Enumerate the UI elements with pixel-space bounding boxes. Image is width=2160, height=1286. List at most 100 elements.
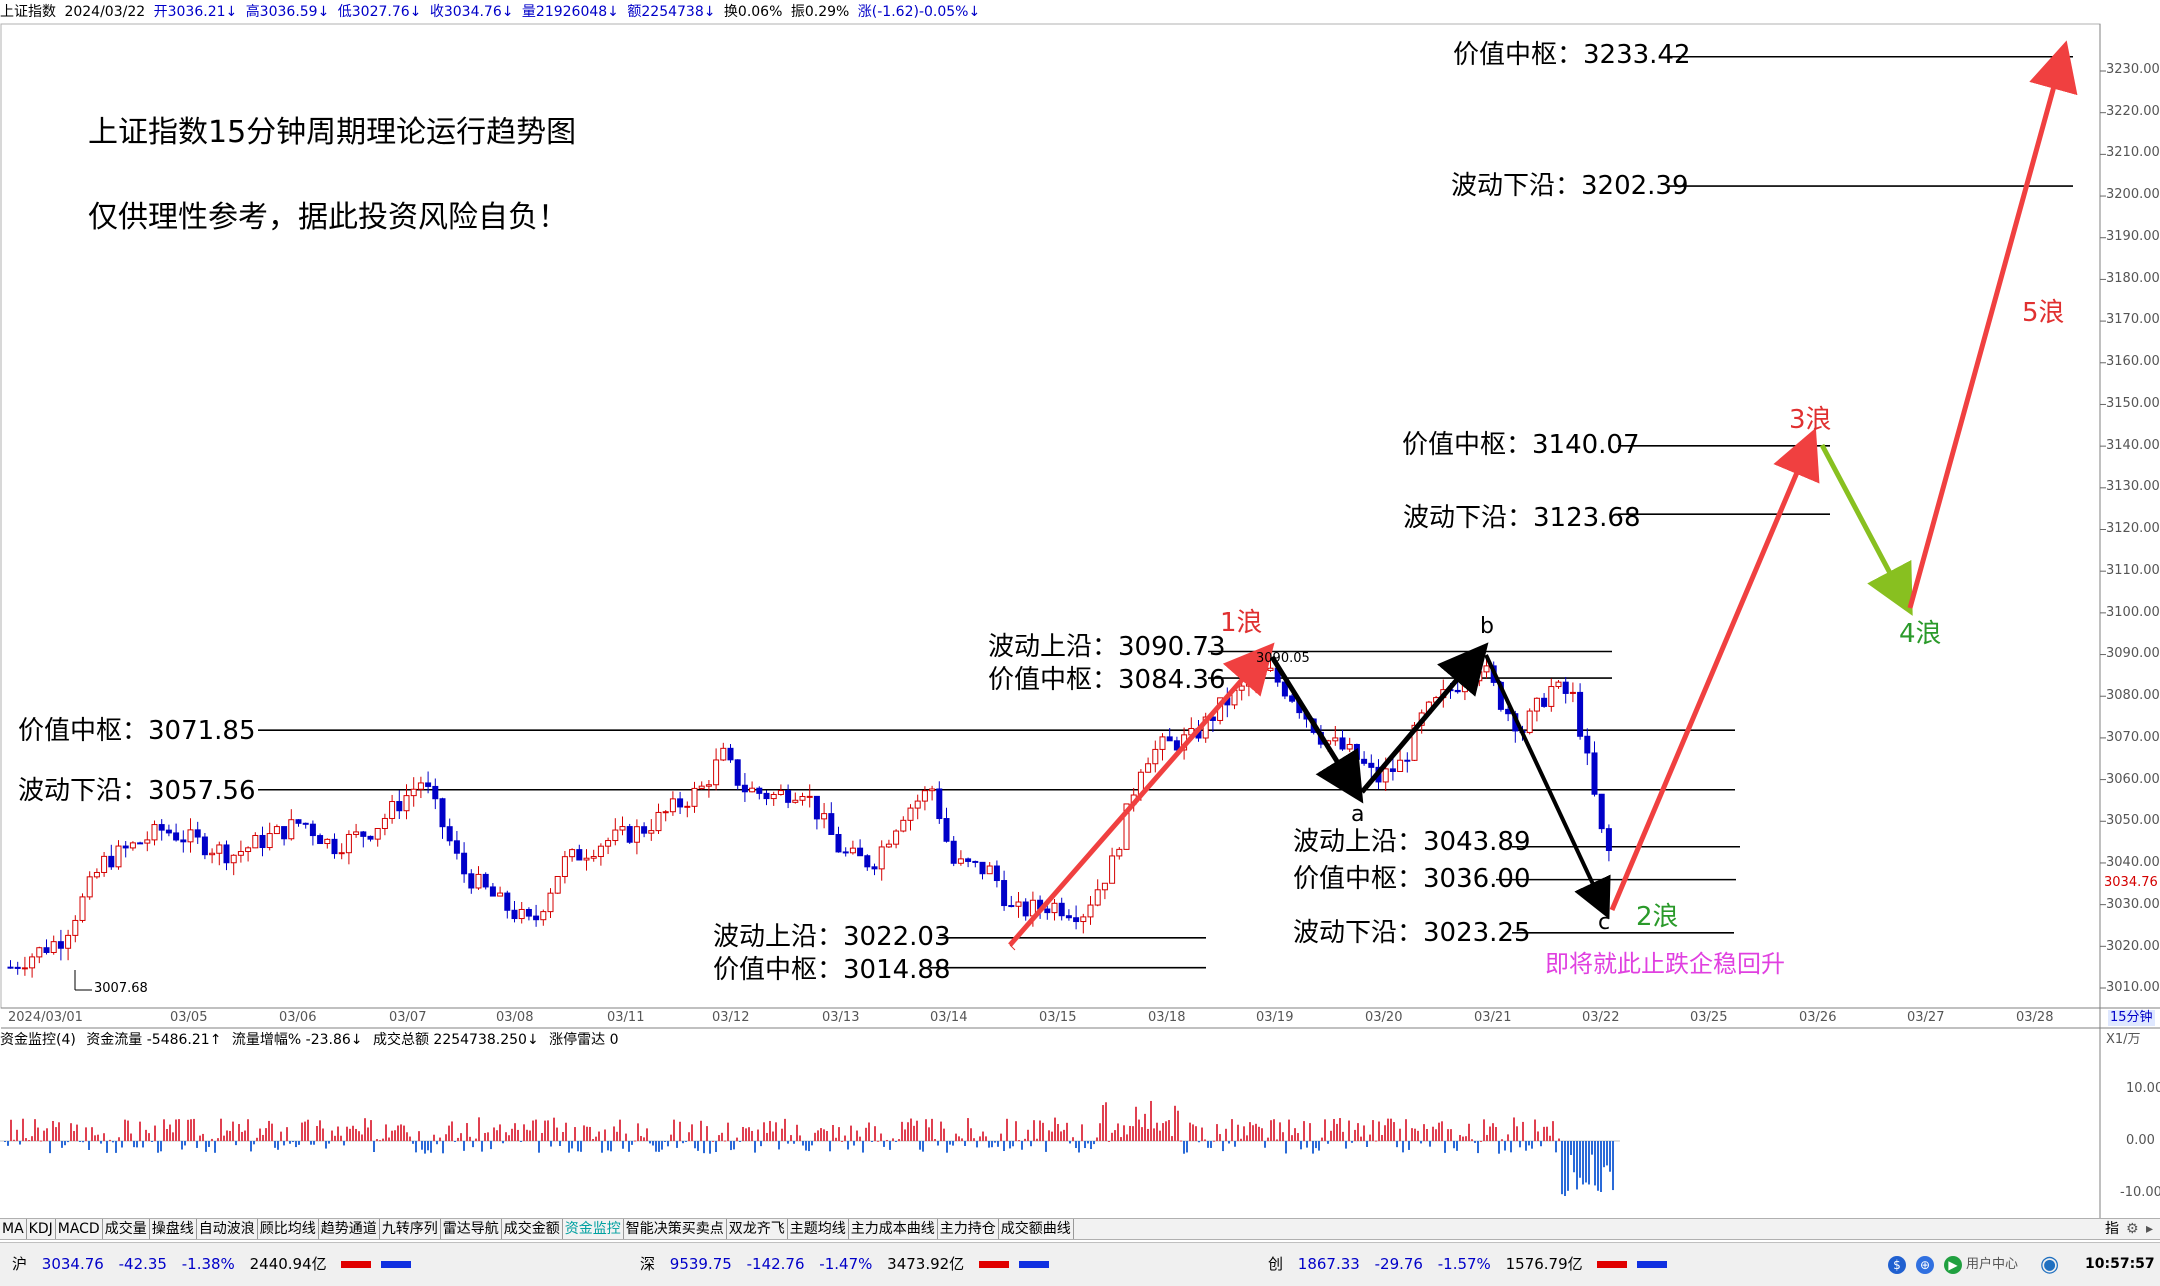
globe-icon[interactable]: ⊕ [1916,1255,1934,1274]
tab-amount-curve[interactable]: 成交额曲线 [999,1219,1074,1239]
flow-bar [952,1141,954,1146]
flow-bar [1411,1128,1413,1141]
tab-ma[interactable]: MA [0,1219,27,1239]
flow-bar [448,1125,450,1141]
tab-fund-monitor[interactable]: 资金监控 [563,1219,624,1239]
candle-body [1245,683,1252,687]
tab-macd[interactable]: MACD [56,1219,103,1239]
candle-body [547,892,554,913]
candle-body [540,911,547,921]
flow-bar [1150,1100,1152,1141]
level-label: 价值中枢：3036.00 [1293,864,1531,894]
price-tick: 3190.00 [2106,229,2160,244]
tab-main-position[interactable]: 主力持仓 [938,1219,999,1239]
tab-smart-points[interactable]: 智能决策买卖点 [624,1219,727,1239]
flow-bar [871,1141,873,1142]
flow-bar [1402,1141,1404,1153]
candle-body [1562,681,1569,694]
candle-body [698,785,705,789]
tab-trend-channel[interactable]: 趋势通道 [319,1219,380,1239]
flow-bar [1294,1128,1296,1141]
candle-body [410,788,417,797]
flow-bar [1444,1141,1446,1153]
tab-double-dragon[interactable]: 双龙齐飞 [727,1219,788,1239]
flow-bar [475,1138,477,1141]
wave-4-label: 4浪 [1899,619,1942,649]
price-tick: 3110.00 [2106,563,2160,578]
flow-bar [463,1141,465,1151]
candle-body [669,798,676,813]
tab-main-cost[interactable]: 主力成本曲线 [849,1219,938,1239]
flow-bar [508,1135,510,1141]
flow-bar [1498,1141,1500,1154]
flow-bar [1384,1125,1386,1141]
tab-guppy[interactable]: 顾比均线 [258,1219,319,1239]
candle-body [338,852,345,855]
candle-body [1483,665,1490,673]
candle-body [972,860,979,863]
price-tick: 3080.00 [2106,688,2160,703]
shenzhen-index[interactable]: 深 9539.75 -142.76 -1.47% 3473.92亿 [640,1243,1059,1286]
flow-bar [1075,1141,1077,1149]
flow-bar [214,1141,216,1153]
flow-bar [1399,1128,1401,1141]
flow-bar [1423,1124,1425,1141]
flow-bar [811,1141,813,1146]
flow-growth: 流量增幅% -23.86↓ [231,1032,363,1048]
tab-auto-wave[interactable]: 自动波浪 [197,1219,258,1239]
flow-bar [592,1139,594,1141]
period-label[interactable]: 15分钟 [2108,1010,2155,1026]
flow-bar [277,1141,279,1150]
flow-bar [922,1141,924,1152]
tab-volume[interactable]: 成交量 [103,1219,150,1239]
candle-body [209,852,216,856]
price-tick: 3090.00 [2106,646,2160,661]
flow-bar [115,1141,117,1153]
flow-bar [142,1141,144,1148]
flow-bar [1018,1140,1020,1142]
candle-body [281,826,288,840]
flow-bar [1360,1136,1362,1141]
flow-bar [856,1130,858,1141]
flow-bar [625,1133,627,1141]
tab-theme-ma[interactable]: 主题均线 [788,1219,849,1239]
candle-body [893,830,900,845]
candle-body [921,790,928,802]
candle-body [1454,689,1461,693]
settings-icon[interactable]: ⚙ [2126,1219,2139,1239]
date-tick: 03/08 [496,1010,534,1025]
tab-right-indicator[interactable]: 指 [2105,1219,2119,1239]
flow-bar [1441,1121,1443,1141]
price-tick: 3130.00 [2106,479,2160,494]
user-center-link[interactable]: 用户中心 [1966,1243,2018,1286]
tab-kdj[interactable]: KDJ [27,1219,56,1239]
flow-bar [1288,1119,1290,1141]
flow-bar [916,1120,918,1141]
signal-icon[interactable]: ◉ [2040,1243,2059,1286]
flow-bar [1081,1124,1083,1141]
flow-bar [220,1118,222,1141]
tab-nine-turn[interactable]: 九转序列 [380,1219,441,1239]
tab-radar-nav[interactable]: 雷达导航 [441,1219,502,1239]
tab-trade-line[interactable]: 操盘线 [150,1219,197,1239]
flow-bar [1237,1124,1239,1141]
flow-bar [334,1135,336,1141]
flow-bar [1522,1121,1524,1141]
chinext-index[interactable]: 创 1867.33 -29.76 -1.57% 1576.79亿 [1268,1243,1677,1286]
flow-bar [1426,1128,1428,1141]
candle-body [93,871,100,878]
dollar-icon[interactable]: $ [1888,1255,1906,1274]
tab-amount[interactable]: 成交金额 [502,1219,563,1239]
scroll-right-icon[interactable]: ▸ [2146,1219,2153,1239]
flow-bar [280,1131,282,1141]
flow-bar [1489,1126,1491,1141]
flow-bar [148,1133,150,1141]
candle-body [1001,880,1008,907]
candle-body [792,799,799,803]
market-status-bar: 沪 3034.76 -42.35 -1.38% 2440.94亿 深 9539.… [0,1242,2160,1286]
play-icon[interactable]: ▶ [1944,1255,1962,1274]
flow-bar [670,1134,672,1141]
shanghai-index[interactable]: 沪 3034.76 -42.35 -1.38% 2440.94亿 [12,1243,421,1286]
flow-bar [493,1127,495,1141]
level-label: 波动下沿：3123.68 [1403,503,1641,533]
